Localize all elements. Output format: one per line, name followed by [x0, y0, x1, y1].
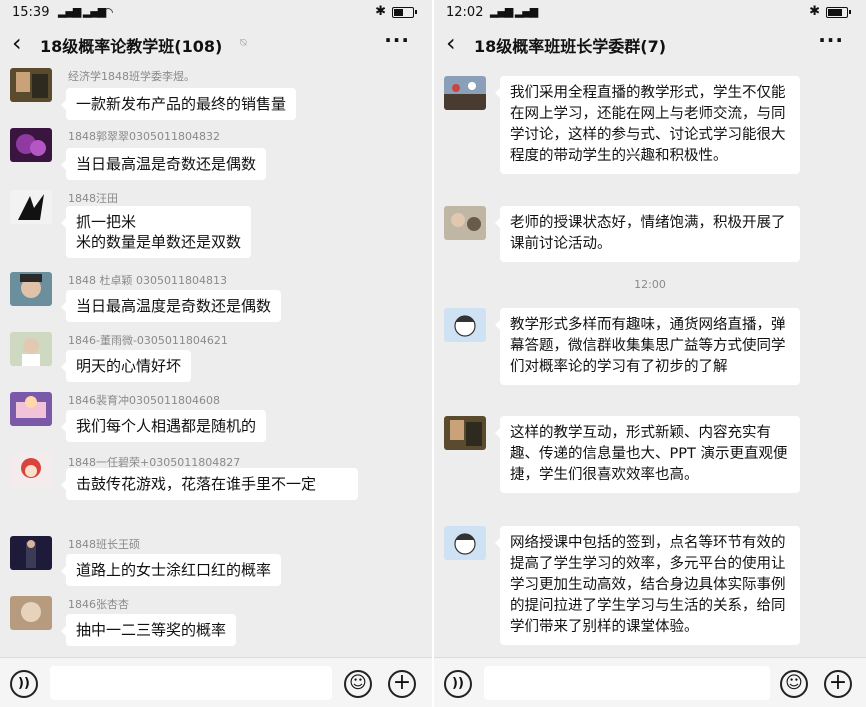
message-bubble[interactable]: 网络授课中包括的签到，点名等环节有效的提高了学生学习的效率，多元平台的使用让学习…: [495, 526, 800, 645]
avatar[interactable]: [10, 128, 52, 162]
screenshot-pair: 15:39 ▂▄▆ ▂▄▆ ◠ ✱ ‹ 18级概率论教学班(108) ⍉ ···…: [0, 0, 866, 707]
wifi-icon: ◠: [103, 5, 114, 19]
avatar[interactable]: [444, 76, 486, 110]
voice-icon[interactable]: )): [10, 670, 38, 698]
more-icon[interactable]: ···: [384, 28, 410, 52]
emoji-icon[interactable]: ☺: [780, 670, 808, 698]
avatar[interactable]: [10, 272, 52, 306]
status-time: 12:02: [446, 5, 484, 20]
plus-icon[interactable]: +: [388, 670, 416, 698]
signal-icon: ▂▄▆ ▂▄▆: [58, 5, 106, 18]
back-icon[interactable]: ‹: [446, 28, 456, 58]
sender-name: 经济学1848班学委李煜。: [68, 70, 195, 83]
plus-icon[interactable]: +: [824, 670, 852, 698]
right-chat-screen: 12:02 ▂▄▆ ▂▄▆ ✱ ‹ 18级概率班班长学委群(7) ··· 我们采…: [434, 0, 866, 707]
sender-name: 1848郭翠翠0305011804832: [68, 130, 220, 143]
battery-icon: [392, 7, 417, 18]
avatar[interactable]: [444, 206, 486, 240]
message-bubble[interactable]: 这样的教学互动，形式新颖、内容充实有趣、传递的信息量也大、PPT 演示更直观便捷…: [495, 416, 800, 493]
avatar[interactable]: [10, 190, 52, 224]
avatar[interactable]: [10, 332, 52, 366]
avatar[interactable]: [444, 526, 486, 560]
emoji-icon[interactable]: ☺: [344, 670, 372, 698]
avatar[interactable]: [444, 416, 486, 450]
chat-title: 18级概率论教学班(108): [40, 37, 223, 56]
message-timestamp: 12:00: [634, 278, 666, 291]
sender-name: 1846裴育冲0305011804608: [68, 394, 220, 407]
avatar[interactable]: [10, 454, 52, 488]
chat-title: 18级概率班班长学委群(7): [474, 37, 667, 56]
status-time: 15:39: [12, 5, 50, 20]
message-bubble[interactable]: 抽中一二三等奖的概率: [60, 614, 237, 646]
avatar[interactable]: [10, 536, 52, 570]
more-icon[interactable]: ···: [818, 28, 844, 52]
chat-title-bar: ‹ 18级概率班班长学委群(7) ···: [434, 26, 866, 62]
back-icon[interactable]: ‹: [12, 28, 22, 58]
message-bubble[interactable]: 教学形式多样而有趣味，通货网络直播，弹幕答题，微信群收集集思广益等方式使同学们对…: [495, 308, 800, 385]
message-input[interactable]: [484, 666, 770, 700]
message-input[interactable]: [50, 666, 332, 700]
signal-icon: ▂▄▆ ▂▄▆: [490, 5, 538, 18]
voice-icon[interactable]: )): [444, 670, 472, 698]
status-bar: 15:39 ▂▄▆ ▂▄▆ ◠ ✱: [0, 0, 432, 26]
sender-name: 1848 杜卓颖 0305011804813: [68, 274, 227, 287]
message-bubble[interactable]: 当日最高温度是奇数还是偶数: [60, 290, 282, 322]
avatar[interactable]: [444, 308, 486, 342]
chat-title-bar: ‹ 18级概率论教学班(108) ⍉ ···: [0, 26, 432, 62]
bluetooth-icon: ✱: [809, 4, 820, 19]
status-bar: 12:02 ▂▄▆ ▂▄▆ ✱: [434, 0, 866, 26]
battery-icon: [826, 7, 851, 18]
message-bubble[interactable]: 老师的授课状态好，情绪饱满，积极开展了课前讨论活动。: [495, 206, 800, 262]
left-chat-screen: 15:39 ▂▄▆ ▂▄▆ ◠ ✱ ‹ 18级概率论教学班(108) ⍉ ···…: [0, 0, 432, 707]
avatar[interactable]: [10, 596, 52, 630]
message-list[interactable]: 我们采用全程直播的教学形式，学生不仅能在网上学习，还能在网上与老师交流，与同学讨…: [434, 62, 866, 657]
message-bubble[interactable]: 道路上的女士涂红口红的概率: [60, 554, 282, 586]
mute-icon: ⍉: [240, 36, 247, 49]
message-bubble[interactable]: 明天的心情好坏: [60, 350, 192, 382]
sender-name: 1848汪田: [68, 192, 118, 205]
message-bubble[interactable]: 我们每个人相遇都是随机的: [60, 410, 267, 442]
avatar[interactable]: [10, 68, 52, 102]
bluetooth-icon: ✱: [375, 4, 386, 19]
sender-name: 1848班长王硕: [68, 538, 140, 551]
input-bar: )) ☺ +: [434, 657, 866, 707]
message-list[interactable]: 经济学1848班学委李煜。 一款新发布产品的最终的销售量 1848郭翠翠0305…: [0, 62, 432, 657]
avatar[interactable]: [10, 392, 52, 426]
input-bar: )) ☺ +: [0, 657, 432, 707]
message-bubble[interactable]: 抓一把米 米的数量是单数还是双数: [60, 206, 252, 258]
message-bubble[interactable]: 我们采用全程直播的教学形式，学生不仅能在网上学习，还能在网上与老师交流，与同学讨…: [495, 76, 800, 174]
sender-name: 1846张杏杏: [68, 598, 129, 611]
message-bubble[interactable]: 击鼓传花游戏，花落在谁手里不一定: [61, 468, 358, 500]
sender-name: 1846-董雨微-0305011804621: [68, 334, 228, 347]
message-bubble[interactable]: 当日最高温是奇数还是偶数: [60, 148, 267, 180]
message-bubble[interactable]: 一款新发布产品的最终的销售量: [60, 88, 297, 120]
